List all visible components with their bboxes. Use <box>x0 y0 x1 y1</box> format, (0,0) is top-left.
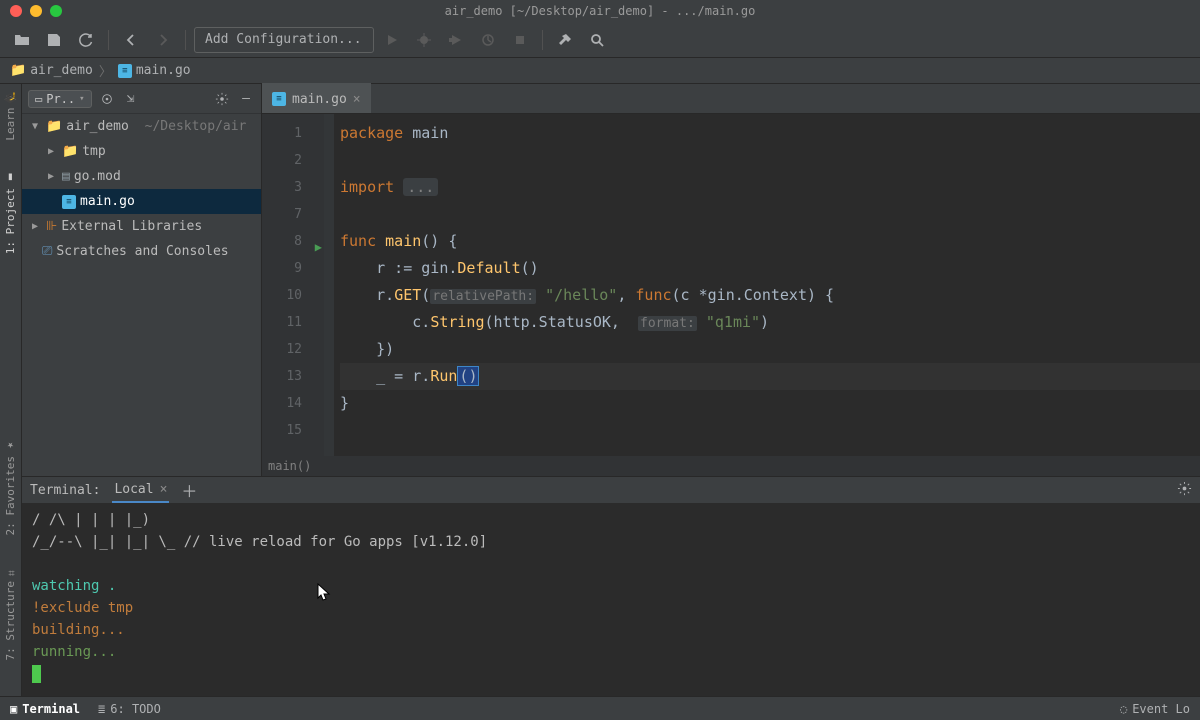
main-toolbar: Add Configuration... <box>0 22 1200 58</box>
rail-learn[interactable]: Learn🎓 <box>4 90 17 141</box>
editor-gutter[interactable]: 1 2 3 7 8▶ 9 10 11 12 13 14 15 <box>262 114 324 456</box>
open-icon[interactable] <box>8 28 36 52</box>
go-file-icon: ≡ <box>118 64 132 78</box>
tree-file-gomod[interactable]: ▶▤go.mod <box>22 164 261 189</box>
left-tool-rail: Learn🎓 1: Project▮ 2: Favorites★ 7: Stru… <box>0 84 22 696</box>
project-panel: ▭ Pr.. ▾ ⇲ — ▼📁air_demo ~/Desktop/air ▶📁… <box>22 84 262 476</box>
titlebar: air_demo [~/Desktop/air_demo] - .../main… <box>0 0 1200 22</box>
forward-icon[interactable] <box>149 28 177 52</box>
terminal-title: Terminal: <box>30 483 100 498</box>
sync-icon[interactable] <box>72 28 100 52</box>
breadcrumb-file[interactable]: ≡main.go <box>118 63 191 78</box>
editor-text-area[interactable]: package main import ... func main() { r … <box>334 114 1200 456</box>
rail-favorites[interactable]: 2: Favorites★ <box>4 439 17 535</box>
add-terminal-icon[interactable]: ＋ <box>181 478 197 502</box>
status-terminal[interactable]: ▣ Terminal <box>10 702 80 716</box>
tree-external-libs[interactable]: ▶⊪External Libraries <box>22 214 261 239</box>
expand-icon[interactable]: ⇲ <box>122 90 140 108</box>
editor-fold-gutter[interactable] <box>324 114 334 456</box>
terminal-panel: Terminal: Local× ＋ / /\ | | | |_) /_/--\… <box>22 476 1200 696</box>
go-file-icon: ≡ <box>62 195 76 209</box>
search-icon[interactable] <box>583 28 611 52</box>
terminal-cursor <box>32 665 41 683</box>
stop-icon[interactable] <box>506 28 534 52</box>
rail-project[interactable]: 1: Project▮ <box>4 171 17 254</box>
breadcrumb-root[interactable]: 📁air_demo <box>10 63 93 78</box>
rail-structure[interactable]: 7: Structure⌗ <box>4 566 17 660</box>
tree-root[interactable]: ▼📁air_demo ~/Desktop/air <box>22 114 261 139</box>
navigation-breadcrumb: 📁air_demo 〉 ≡main.go <box>0 58 1200 84</box>
run-config-select[interactable]: Add Configuration... <box>194 27 374 53</box>
close-terminal-tab-icon[interactable]: × <box>160 482 168 497</box>
close-tab-icon[interactable]: × <box>353 92 361 107</box>
save-icon[interactable] <box>40 28 68 52</box>
status-bar: ▣ Terminal ≣ 6: TODO ◌ Event Lo <box>0 696 1200 720</box>
locate-icon[interactable] <box>98 90 116 108</box>
project-panel-header: ▭ Pr.. ▾ ⇲ — <box>22 84 261 114</box>
run-config-label: Add Configuration... <box>205 32 362 47</box>
minimize-panel-icon[interactable]: — <box>237 90 255 108</box>
project-tree: ▼📁air_demo ~/Desktop/air ▶📁tmp ▶▤go.mod … <box>22 114 261 476</box>
tree-file-main-go[interactable]: ≡main.go <box>22 189 261 214</box>
terminal-tab-local[interactable]: Local× <box>112 477 169 503</box>
go-file-icon: ≡ <box>272 92 286 106</box>
terminal-tabbar: Terminal: Local× ＋ <box>22 477 1200 503</box>
editor: ≡ main.go × 1 2 3 7 8▶ 9 10 11 <box>262 84 1200 476</box>
run-icon[interactable] <box>378 28 406 52</box>
profile-icon[interactable] <box>474 28 502 52</box>
status-todo[interactable]: ≣ 6: TODO <box>98 702 161 716</box>
project-view-selector[interactable]: ▭ Pr.. ▾ <box>28 90 92 108</box>
back-icon[interactable] <box>117 28 145 52</box>
chevron-right-icon: 〉 <box>99 61 112 80</box>
status-event-log[interactable]: ◌ Event Lo <box>1120 702 1190 716</box>
tree-scratches[interactable]: ⎚Scratches and Consoles <box>22 239 261 264</box>
settings-gear-icon[interactable] <box>213 90 231 108</box>
terminal-settings-icon[interactable] <box>1177 481 1192 500</box>
tree-folder-tmp[interactable]: ▶📁tmp <box>22 139 261 164</box>
coverage-icon[interactable] <box>442 28 470 52</box>
editor-tab-main-go[interactable]: ≡ main.go × <box>262 83 371 113</box>
editor-tab-label: main.go <box>292 92 347 107</box>
window-title: air_demo [~/Desktop/air_demo] - .../main… <box>0 4 1200 18</box>
debug-icon[interactable] <box>410 28 438 52</box>
build-icon[interactable] <box>551 28 579 52</box>
terminal-output[interactable]: / /\ | | | |_) /_/--\ |_| |_| \_ // live… <box>22 503 1200 691</box>
editor-tabbar: ≡ main.go × <box>262 84 1200 114</box>
editor-breadcrumb[interactable]: main() <box>262 456 1200 476</box>
